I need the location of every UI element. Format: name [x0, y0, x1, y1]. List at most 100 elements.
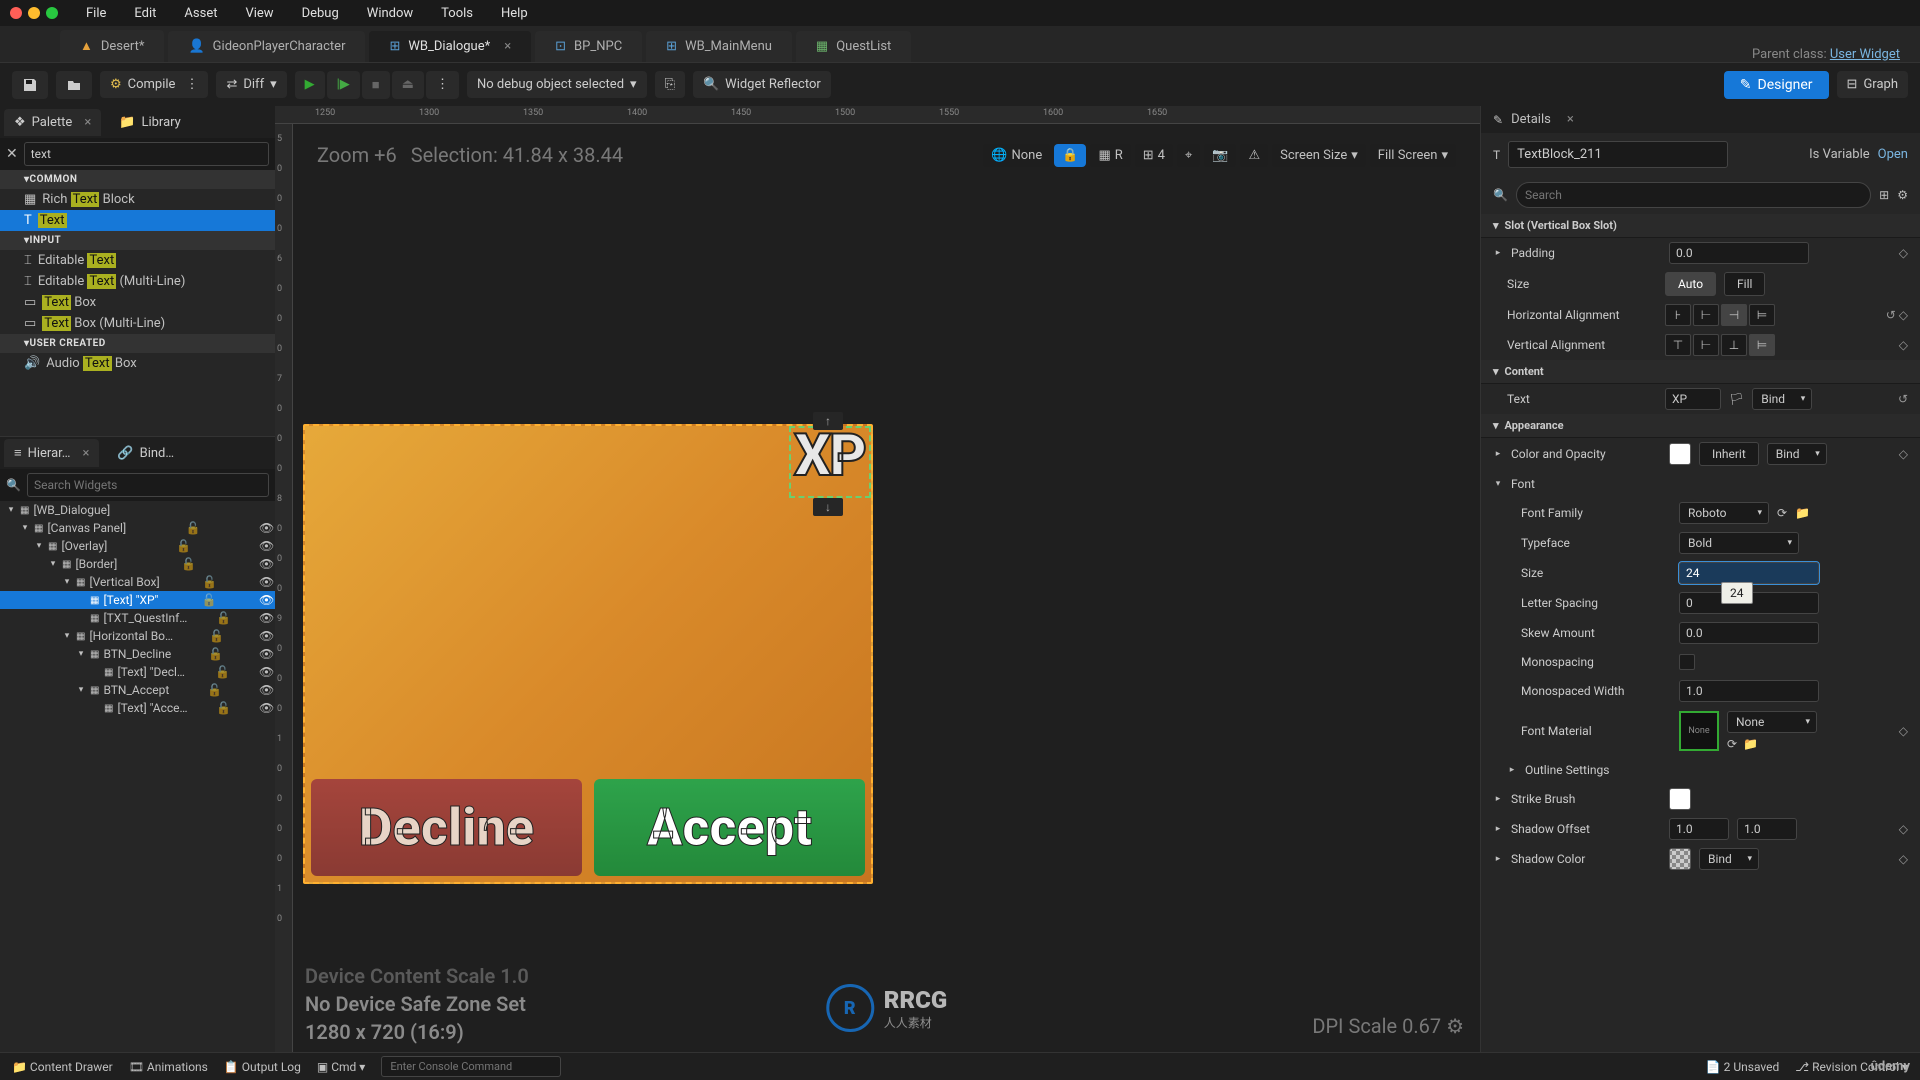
halign-left[interactable]: ⊦ — [1665, 304, 1691, 326]
grid-option[interactable]: ⊞ 4 — [1135, 144, 1173, 167]
palette-section-user[interactable]: ▾ USER CREATED — [0, 334, 275, 353]
open-link[interactable]: Open — [1878, 147, 1908, 162]
decline-button-preview[interactable]: Decline — [311, 779, 582, 876]
palette-item-text-box[interactable]: ▭ Text Box — [0, 292, 275, 313]
object-name-input[interactable] — [1508, 141, 1728, 168]
menu-help[interactable]: Help — [489, 2, 540, 25]
palette-tab[interactable]: ❖ Palette× — [4, 109, 101, 136]
monospacing-checkbox[interactable] — [1679, 654, 1695, 670]
font-size-input[interactable] — [1679, 562, 1819, 584]
reset-icon[interactable]: ◇ — [1899, 447, 1908, 461]
menu-asset[interactable]: Asset — [172, 2, 229, 25]
menu-tools[interactable]: Tools — [429, 2, 485, 25]
clear-search-icon[interactable]: ✕ — [6, 146, 18, 162]
tree-item[interactable]: ▾▦[Horizontal Bo…🔓👁 — [0, 627, 275, 645]
bindings-tab[interactable]: 🔗 Bind… — [107, 440, 184, 467]
browse-icon[interactable]: ⟳ — [1777, 506, 1787, 520]
browse-icon[interactable]: ⟳ — [1727, 737, 1737, 751]
animations-button[interactable]: 🎞 Animations — [129, 1060, 208, 1074]
tab-gideon[interactable]: 👤GideonPlayerCharacter — [168, 31, 365, 62]
palette-search-input[interactable] — [24, 142, 269, 166]
fill-screen-dropdown[interactable]: Fill Screen ▾ — [1370, 144, 1456, 167]
diff-button[interactable]: ⇄Diff▾ — [216, 71, 286, 98]
browse-button[interactable] — [56, 71, 92, 99]
material-thumbnail[interactable]: None — [1679, 711, 1719, 751]
tree-item[interactable]: ▾▦[Border]🔓👁 — [0, 555, 275, 573]
shadow-y-input[interactable] — [1737, 818, 1797, 840]
menu-edit[interactable]: Edit — [122, 2, 168, 25]
inherit-button[interactable]: Inherit — [1699, 442, 1759, 466]
layout-option[interactable]: ▦ R — [1090, 144, 1130, 167]
designer-mode-button[interactable]: ✎Designer — [1724, 71, 1829, 99]
typeface-dropdown[interactable]: Bold — [1679, 532, 1799, 554]
reset-icon[interactable]: ↺ ◇ — [1886, 308, 1908, 322]
minimize-window-icon[interactable] — [28, 7, 40, 19]
close-window-icon[interactable] — [10, 7, 22, 19]
halign-center[interactable]: ⊢ — [1693, 304, 1719, 326]
tab-wb-mainmenu[interactable]: ⊞WB_MainMenu — [646, 31, 792, 62]
unsaved-indicator[interactable]: 📄 2 Unsaved — [1706, 1060, 1780, 1074]
close-panel-icon[interactable]: × — [84, 115, 91, 130]
shadow-x-input[interactable] — [1669, 818, 1729, 840]
tree-item[interactable]: ▦[Text] "Decl…🔓👁 — [0, 663, 275, 681]
design-canvas[interactable]: Zoom +6 Selection: 41.84 x 38.44 🌐 None … — [293, 124, 1480, 1052]
step-button[interactable]: |▶ — [327, 71, 360, 99]
menu-view[interactable]: View — [233, 2, 285, 25]
maximize-window-icon[interactable] — [46, 7, 58, 19]
size-fill-button[interactable]: Fill — [1724, 272, 1765, 296]
section-content[interactable]: ▾ Content — [1481, 360, 1920, 384]
tree-item[interactable]: ▦[Text] "XP"🔓👁 — [0, 591, 275, 609]
valign-bottom[interactable]: ⊥ — [1721, 334, 1747, 356]
shadow-bind-dropdown[interactable]: Bind — [1699, 848, 1759, 870]
tab-desert[interactable]: ▲Desert* — [60, 30, 164, 62]
tab-bp-npc[interactable]: ⊡BP_NPC — [535, 31, 642, 62]
tree-item[interactable]: ▾▦[Canvas Panel]🔓👁 — [0, 519, 275, 537]
palette-section-input[interactable]: ▾ INPUT — [0, 231, 275, 250]
anchor-up-icon[interactable]: ↑ — [813, 412, 843, 430]
section-slot[interactable]: ▾ Slot (Vertical Box Slot) — [1481, 214, 1920, 238]
view-options-icon[interactable]: ⊞ — [1879, 188, 1889, 202]
halign-fill[interactable]: ⊨ — [1749, 304, 1775, 326]
library-tab[interactable]: 📁 Library — [109, 109, 191, 136]
palette-item-text[interactable]: T Text — [0, 210, 275, 231]
parent-class-link[interactable]: User Widget — [1830, 47, 1900, 62]
font-family-dropdown[interactable]: Roboto — [1679, 502, 1769, 524]
menu-file[interactable]: File — [74, 2, 118, 25]
tab-questlist[interactable]: ▦QuestList — [796, 31, 911, 62]
misc-option-3[interactable]: ⚠ — [1240, 144, 1268, 167]
accept-button-preview[interactable]: Accept — [594, 779, 865, 876]
stop-button[interactable]: ■ — [362, 71, 390, 99]
tree-item[interactable]: ▦[TXT_QuestInf…🔓👁 — [0, 609, 275, 627]
tree-item[interactable]: ▦[Text] "Acce…🔓👁 — [0, 699, 275, 717]
palette-item-audio-text-box[interactable]: 🔊 Audio Text Box — [0, 353, 275, 374]
close-panel-icon[interactable]: × — [1567, 112, 1574, 127]
menu-window[interactable]: Window — [355, 2, 425, 25]
tree-item[interactable]: ▾▦[WB_Dialogue] — [0, 501, 275, 519]
skew-input[interactable] — [1679, 622, 1819, 644]
tree-item[interactable]: ▾▦[Vertical Box]🔓👁 — [0, 573, 275, 591]
reset-icon[interactable]: ◇ — [1899, 246, 1908, 260]
content-drawer-button[interactable]: 📁 Content Drawer — [12, 1060, 113, 1074]
palette-item-editable-text-ml[interactable]: ⌶ Editable Text (Multi-Line) — [0, 271, 275, 292]
close-tab-icon[interactable]: × — [504, 39, 511, 54]
color-bind-dropdown[interactable]: Bind — [1767, 443, 1827, 465]
details-search-input[interactable] — [1516, 182, 1871, 208]
close-panel-icon[interactable]: × — [82, 446, 89, 461]
color-swatch[interactable] — [1669, 443, 1691, 465]
reset-icon[interactable]: ↺ — [1898, 392, 1908, 406]
reset-icon[interactable]: ◇ — [1899, 822, 1908, 836]
misc-option-2[interactable]: 📷 — [1204, 144, 1236, 167]
folder-icon[interactable]: 📁 — [1795, 506, 1810, 520]
valign-center[interactable]: ⊢ — [1693, 334, 1719, 356]
halign-right[interactable]: ⊣ — [1721, 304, 1747, 326]
preview-widget[interactable]: XP Decline Accept — [303, 424, 873, 884]
tree-item[interactable]: ▾▦[Overlay]🔓👁 — [0, 537, 275, 555]
strike-swatch[interactable] — [1669, 788, 1691, 810]
eject-button[interactable]: ⏏ — [392, 71, 424, 99]
palette-section-common[interactable]: ▾ COMMON — [0, 170, 275, 189]
misc-option-1[interactable]: ⌖ — [1177, 144, 1200, 167]
output-log-button[interactable]: 📋 Output Log — [224, 1060, 301, 1074]
widget-reflector-button[interactable]: 🔍Widget Reflector — [693, 71, 831, 98]
cmd-dropdown[interactable]: ▣ Cmd ▾ — [317, 1060, 365, 1074]
material-dropdown[interactable]: None — [1727, 711, 1817, 733]
